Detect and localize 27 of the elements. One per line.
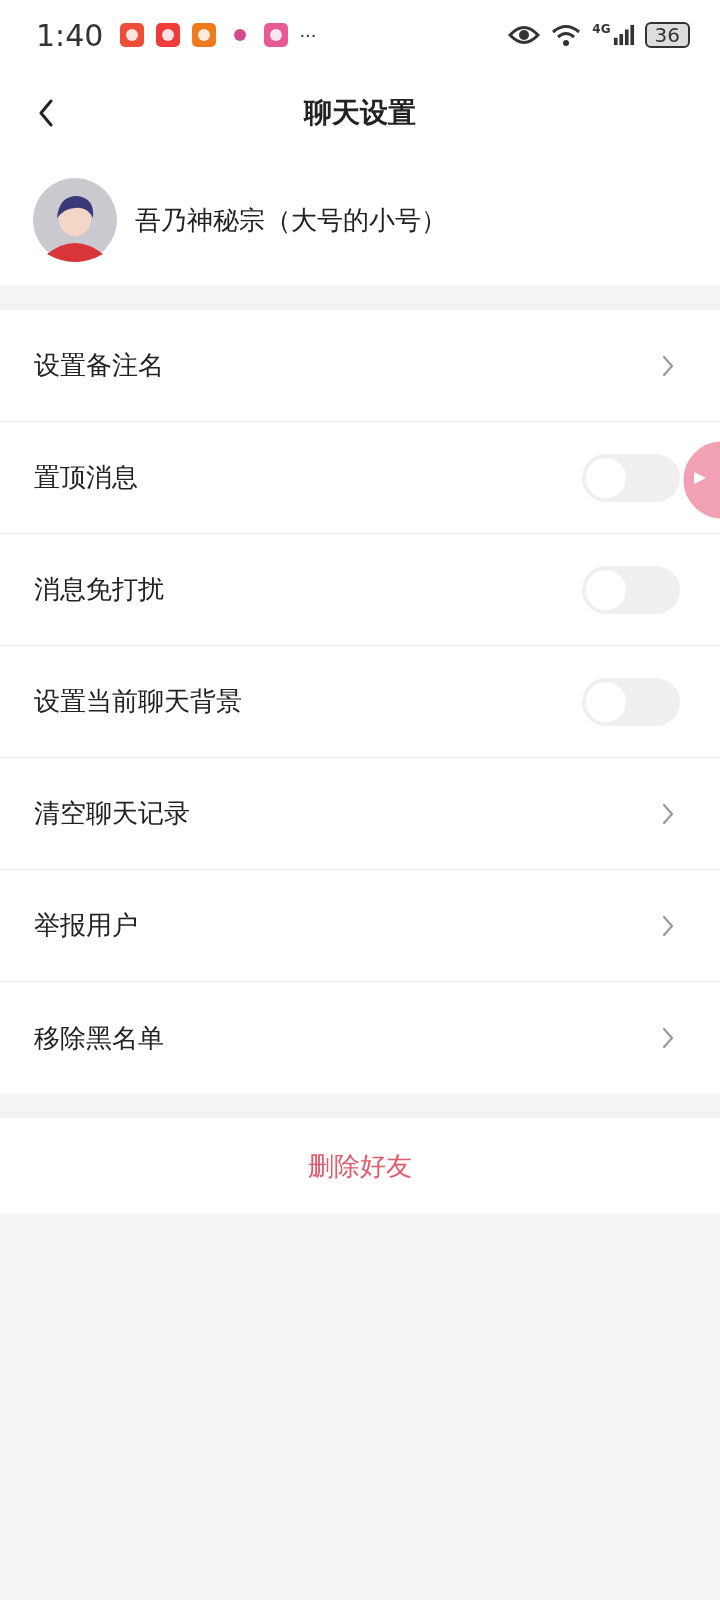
network-type: 4G <box>592 22 611 36</box>
status-time: 1:40 <box>36 17 104 53</box>
contact-name: 吾乃神秘宗（大号的小号） <box>135 203 447 237</box>
avatar-icon[interactable] <box>33 178 117 262</box>
chevron-icon <box>662 354 674 377</box>
setting-label: 消息免打扰 <box>34 573 164 606</box>
signal-icon <box>612 24 635 46</box>
app-notification-icon <box>263 22 290 48</box>
chevron-icon <box>662 1027 674 1049</box>
setting-label: 置顶消息 <box>34 461 138 494</box>
setting-label: 移除黑名单 <box>34 1021 164 1055</box>
back-icon[interactable] <box>38 98 54 127</box>
app-notification-icon <box>155 22 182 48</box>
page-title: 聊天设置 <box>304 94 416 131</box>
eye-icon <box>508 23 541 47</box>
chevron-icon <box>662 914 674 937</box>
setting-label: 设置备注名 <box>34 349 164 382</box>
setting-label: 清空聊天记录 <box>34 797 190 830</box>
chevron-icon <box>662 802 674 825</box>
setting-label: 举报用户 <box>34 909 138 942</box>
setting-label: 设置当前聊天背景 <box>34 685 242 718</box>
more-notifications: ··· <box>299 24 317 46</box>
battery-level: 36 <box>644 22 690 48</box>
app-notification-icon <box>119 22 146 48</box>
delete-friend-button[interactable]: 删除好友 <box>0 1118 720 1214</box>
app-notification-icon <box>191 22 218 48</box>
floating-bubble-icon[interactable] <box>680 438 720 522</box>
